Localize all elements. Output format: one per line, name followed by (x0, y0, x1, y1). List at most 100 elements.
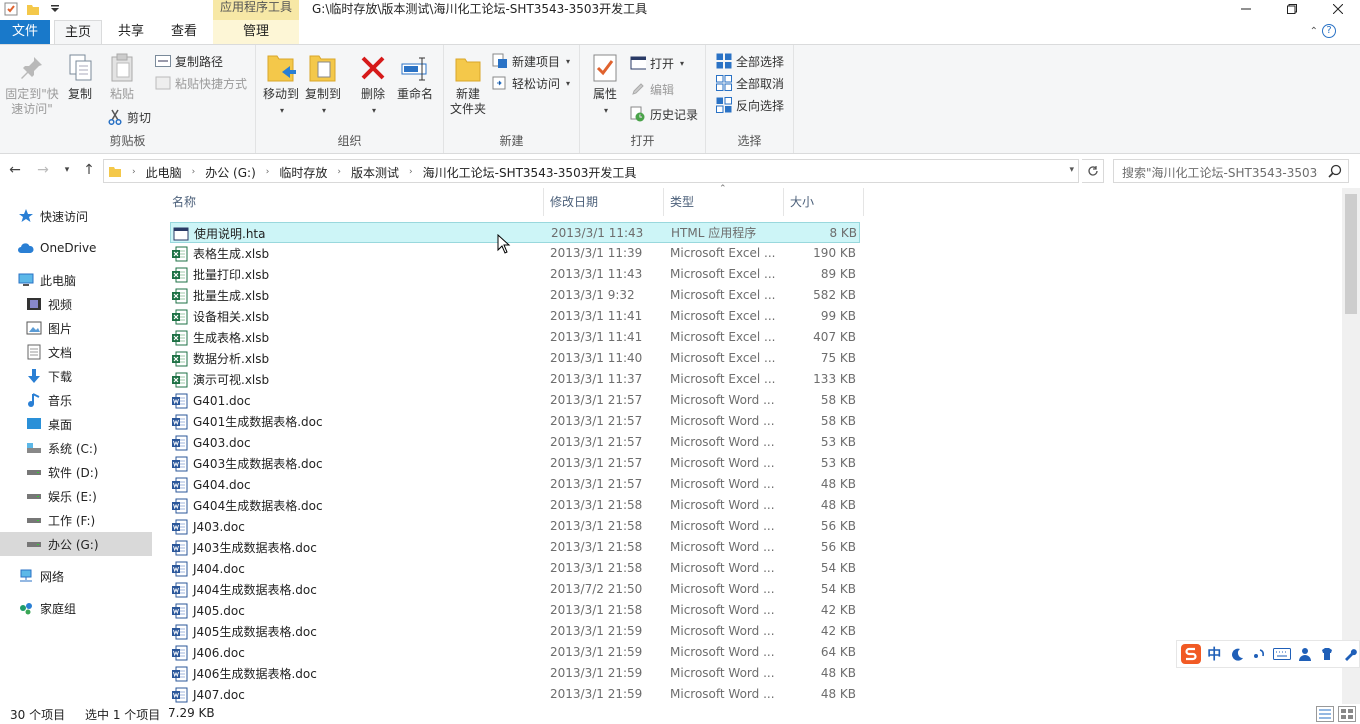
file-row[interactable]: J404.doc 2013/3/1 21:58 Microsoft Word ...… (170, 558, 860, 579)
user-icon[interactable] (1295, 644, 1314, 664)
skin-icon[interactable] (1318, 644, 1337, 664)
copy-to-button[interactable]: 复制到 ▾ (302, 51, 344, 118)
scrollbar-thumb[interactable] (1345, 194, 1357, 314)
punctuation-icon[interactable] (1250, 644, 1269, 664)
paste-shortcut-button[interactable]: 粘贴快捷方式 (155, 73, 247, 93)
tab-home[interactable]: 主页 (54, 20, 102, 44)
file-row[interactable]: G401生成数据表格.doc 2013/3/1 21:57 Microsoft Wo… (170, 411, 860, 432)
back-button[interactable]: ← (6, 163, 24, 179)
ribbon-collapse-icon[interactable]: ⌃ (1310, 26, 1318, 37)
file-row[interactable]: G404生成数据表格.doc 2013/3/1 21:58 Microsoft Wo… (170, 495, 860, 516)
open-button[interactable]: 打开 ▾ (630, 53, 684, 73)
file-row[interactable]: G403.doc 2013/3/1 21:57 Microsoft Word ...… (170, 432, 860, 453)
search-input[interactable]: 搜索"海川化工论坛-SHT3543-3503开发工具" (1113, 159, 1349, 183)
file-row[interactable]: 批量打印.xlsb 2013/3/1 11:43 Microsoft Excel .… (170, 264, 860, 285)
properties-quick-icon[interactable] (2, 1, 20, 17)
details-view-button[interactable] (1316, 706, 1334, 722)
pin-quick-access-button[interactable]: 固定到"快速访问" (2, 51, 62, 117)
nav-drive-d[interactable]: 软件 (D:) (0, 460, 152, 484)
file-row[interactable]: J403.doc 2013/3/1 21:58 Microsoft Word ...… (170, 516, 860, 537)
crumb-current-folder[interactable]: 海川化工论坛-SHT3543-3503开发工具 (419, 164, 641, 181)
vertical-scrollbar[interactable] (1342, 188, 1360, 704)
tab-share[interactable]: 共享 (108, 20, 154, 44)
address-bar[interactable]: › 此电脑 › 办公 (G:) › 临时存放 › 版本测试 › 海川化工论坛-S… (103, 159, 1079, 183)
file-row[interactable]: J403生成数据表格.doc 2013/3/1 21:58 Microsoft Wo… (170, 537, 860, 558)
large-icons-view-button[interactable] (1338, 706, 1356, 722)
file-row[interactable]: J406生成数据表格.doc 2013/3/1 21:59 Microsoft Wo… (170, 663, 860, 684)
rename-button[interactable]: 重命名 (394, 51, 436, 102)
file-row[interactable]: G401.doc 2013/3/1 21:57 Microsoft Word ...… (170, 390, 860, 411)
ime-mode-indicator[interactable]: 中 (1205, 644, 1224, 664)
tools-icon[interactable] (1340, 644, 1359, 664)
invert-selection-button[interactable]: 反向选择 (716, 95, 784, 115)
file-row[interactable]: 数据分析.xlsb 2013/3/1 11:40 Microsoft Excel .… (170, 348, 860, 369)
qat-customize-icon[interactable] (46, 1, 64, 17)
nav-downloads[interactable]: 下载 (0, 364, 152, 388)
new-folder-button[interactable]: 新建 文件夹 (448, 51, 488, 117)
file-row[interactable]: 表格生成.xlsb 2013/3/1 11:39 Microsoft Excel .… (170, 243, 860, 264)
file-row[interactable]: 使用说明.hta 2013/3/1 11:43 HTML 应用程序 8 KB (170, 222, 860, 243)
file-row[interactable]: G404.doc 2013/3/1 21:57 Microsoft Word ...… (170, 474, 860, 495)
properties-button[interactable]: 属性 ▾ (586, 51, 624, 118)
column-size-header[interactable]: 大小 (784, 188, 864, 216)
recent-locations-button[interactable]: ▾ (58, 163, 76, 179)
history-button[interactable]: 历史记录 (630, 104, 698, 124)
tab-file[interactable]: 文件 (0, 20, 50, 44)
moon-icon[interactable] (1228, 644, 1247, 664)
file-row[interactable]: J407.doc 2013/3/1 21:59 Microsoft Word ...… (170, 684, 860, 705)
crumb-version-test[interactable]: 版本测试 (347, 164, 403, 181)
file-row[interactable]: 批量生成.xlsb 2013/3/1 9:32 Microsoft Excel ..… (170, 285, 860, 306)
crumb-drive-g[interactable]: 办公 (G:) (201, 164, 260, 181)
select-all-button[interactable]: 全部选择 (716, 51, 784, 71)
sogou-logo-icon[interactable] (1181, 644, 1201, 664)
file-row[interactable]: 生成表格.xlsb 2013/3/1 11:41 Microsoft Excel .… (170, 327, 860, 348)
edit-button[interactable]: 编辑 (630, 79, 674, 99)
file-row[interactable]: J406.doc 2013/3/1 21:59 Microsoft Word ...… (170, 642, 860, 663)
minimize-button[interactable] (1226, 0, 1266, 18)
forward-button[interactable]: → (34, 163, 52, 179)
refresh-button[interactable] (1082, 159, 1104, 183)
file-row[interactable]: J405.doc 2013/3/1 21:58 Microsoft Word ...… (170, 600, 860, 621)
nav-network[interactable]: 网络 (0, 564, 152, 588)
new-item-button[interactable]: 新建项目 ▾ (492, 51, 570, 71)
nav-homegroup[interactable]: 家庭组 (0, 596, 152, 620)
up-button[interactable]: ↑ (80, 163, 98, 179)
nav-drive-f[interactable]: 工作 (F:) (0, 508, 152, 532)
crumb-temp[interactable]: 临时存放 (275, 164, 331, 181)
nav-pictures[interactable]: 图片 (0, 316, 152, 340)
move-to-button[interactable]: 移动到 ▾ (260, 51, 302, 118)
nav-music[interactable]: 音乐 (0, 388, 152, 412)
nav-drive-g[interactable]: 办公 (G:) (0, 532, 152, 556)
copy-button[interactable]: 复制 (64, 51, 96, 102)
file-row[interactable]: 演示可视.xlsb 2013/3/1 11:37 Microsoft Excel .… (170, 369, 860, 390)
maximize-button[interactable] (1272, 0, 1312, 18)
nav-quick-access[interactable]: 快速访问 (0, 204, 152, 228)
cut-button[interactable]: 剪切 (107, 107, 151, 127)
close-button[interactable] (1318, 0, 1358, 18)
crumb-this-pc[interactable]: 此电脑 (142, 164, 186, 181)
nav-onedrive[interactable]: OneDrive (0, 236, 152, 260)
easy-access-button[interactable]: 轻松访问 ▾ (492, 73, 570, 93)
keyboard-icon[interactable] (1273, 644, 1292, 664)
help-icon[interactable]: ? (1322, 24, 1336, 38)
copy-path-button[interactable]: 复制路径 (155, 51, 223, 71)
nav-drive-c[interactable]: 系统 (C:) (0, 436, 152, 460)
column-type-header[interactable]: 类型 (664, 188, 784, 216)
column-name-header[interactable]: 名称 (166, 188, 544, 216)
select-none-button[interactable]: 全部取消 (716, 73, 784, 93)
nav-desktop[interactable]: 桌面 (0, 412, 152, 436)
nav-drive-e[interactable]: 娱乐 (E:) (0, 484, 152, 508)
column-date-header[interactable]: 修改日期 (544, 188, 664, 216)
tab-manage[interactable]: 管理 (213, 20, 299, 44)
file-row[interactable]: J404生成数据表格.doc 2013/7/2 21:50 Microsoft Wo… (170, 579, 860, 600)
delete-button[interactable]: 删除 ▾ (356, 51, 390, 118)
nav-videos[interactable]: 视频 (0, 292, 152, 316)
file-row[interactable]: J405生成数据表格.doc 2013/3/1 21:59 Microsoft Wo… (170, 621, 860, 642)
nav-documents[interactable]: 文档 (0, 340, 152, 364)
tab-view[interactable]: 查看 (160, 20, 208, 44)
paste-button[interactable]: 粘贴 (104, 51, 140, 102)
file-row[interactable]: 设备相关.xlsb 2013/3/1 11:41 Microsoft Excel .… (170, 306, 860, 327)
file-row[interactable]: G403生成数据表格.doc 2013/3/1 21:57 Microsoft Wo… (170, 453, 860, 474)
address-dropdown-icon[interactable]: ▾ (1069, 165, 1074, 175)
nav-this-pc[interactable]: 此电脑 (0, 268, 152, 292)
